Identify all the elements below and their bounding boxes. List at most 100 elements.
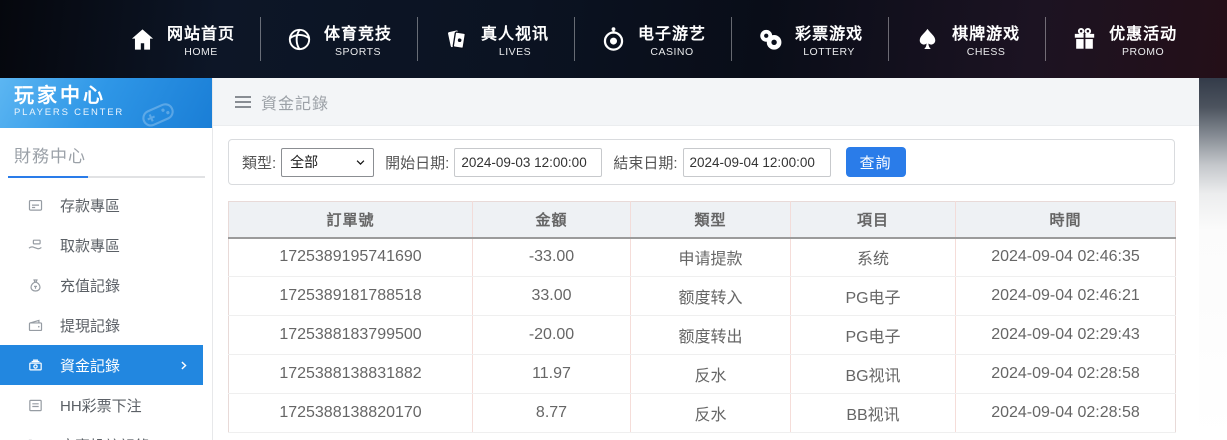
sidebar-item-label: 取款專區 bbox=[60, 237, 121, 255]
nav-item-home[interactable]: 网站首页 HOME bbox=[104, 17, 260, 61]
finance-center-heading: 財務中心 bbox=[14, 147, 86, 166]
table-cell: 额度转入 bbox=[630, 276, 791, 316]
column-header: 項目 bbox=[790, 201, 956, 239]
deposit-icon bbox=[28, 199, 43, 211]
sidebar-item-5[interactable]: 資金記錄 bbox=[0, 345, 203, 385]
withdrawal-record-icon bbox=[28, 319, 43, 331]
nav-item-lottery[interactable]: 彩票游戏 LOTTERY bbox=[731, 17, 888, 61]
sidebar-menu: 存款專區取款專區充值記錄提現記錄資金記錄 HH彩票下注麻寶投註記錄 bbox=[0, 185, 212, 440]
sidebar-item-label: 資金記錄 bbox=[60, 357, 121, 375]
table-cell: 1725389181788518 bbox=[228, 276, 473, 316]
chevron-down-icon-slot bbox=[355, 157, 366, 168]
table-cell: 2024-09-04 02:46:21 bbox=[955, 276, 1176, 316]
promo-icon bbox=[1074, 27, 1095, 49]
table-row: 1725389195741690 -33.00 申请提款 系统 2024-09-04 0… bbox=[228, 237, 1176, 277]
column-header: 訂單號 bbox=[228, 201, 473, 239]
bet-records-icon bbox=[28, 439, 32, 440]
table-cell: 8.77 bbox=[472, 393, 631, 433]
table-cell: 反水 bbox=[630, 393, 791, 433]
nav-label-en: PROMO bbox=[1122, 46, 1165, 58]
sports-icon bbox=[288, 28, 311, 50]
sidebar-item-4[interactable]: 提現記錄 bbox=[0, 305, 212, 345]
start-date-input[interactable] bbox=[454, 147, 603, 177]
top-nav-bar: 网站首页 HOME 体育竞技 SPORTS 真人视讯 LIVES 电子游艺 CASINO 彩票游… bbox=[0, 0, 1227, 78]
nav-label-en: SPORTS bbox=[335, 46, 382, 58]
table-cell: 11.97 bbox=[472, 354, 631, 394]
main-content: 資金記錄 類型: 全部 開始日期: 結束日期: 查詢 訂單號金額類型項目時間 1… bbox=[213, 78, 1199, 440]
table-cell: 2024-09-04 02:29:43 bbox=[955, 315, 1176, 355]
table-header-row: 訂單號 金額 類型 項目 時間 bbox=[228, 201, 1176, 239]
column-header: 時間 bbox=[955, 201, 1176, 239]
table-row: 1725388138831882 11.97 反水 BG视讯 2024-09-04 02… bbox=[228, 354, 1176, 394]
sidebar: 玩家中心 PLAYERS CENTER 財務中心 存款專區取款專區充值記錄提現記… bbox=[0, 78, 213, 440]
nav-label-zh: 优惠活动 bbox=[1109, 26, 1178, 43]
sidebar-item-label: 麻寶投註記錄 bbox=[60, 435, 150, 440]
table-cell: 33.00 bbox=[472, 276, 631, 316]
sidebar-item-3[interactable]: 充值記錄 bbox=[0, 265, 212, 305]
table-cell: -33.00 bbox=[472, 237, 631, 277]
funds-table: 訂單號 金額 類型 項目 時間 1725389195741690 -33.00 申请提款 系统… bbox=[228, 201, 1176, 433]
sidebar-item-label: 存款專區 bbox=[60, 197, 121, 215]
top-nav: 网站首页 HOME 体育竞技 SPORTS 真人视讯 LIVES 电子游艺 CASINO 彩票游… bbox=[104, 0, 1202, 78]
type-select[interactable]: 全部 bbox=[281, 147, 375, 177]
table-body: 1725389195741690 -33.00 申请提款 系统 2024-09-04 0… bbox=[228, 237, 1176, 433]
table-cell: 申请提款 bbox=[630, 237, 791, 277]
filter-bar: 類型: 全部 開始日期: 結束日期: 查詢 bbox=[228, 139, 1175, 185]
table-cell: PG电子 bbox=[790, 276, 956, 316]
chevron-down-icon bbox=[356, 159, 365, 165]
table-cell: 1725389195741690 bbox=[228, 237, 473, 277]
page-background bbox=[1199, 78, 1227, 440]
table-cell: -20.00 bbox=[472, 315, 631, 355]
end-date-input[interactable] bbox=[682, 147, 831, 177]
nav-label-en: CASINO bbox=[650, 46, 694, 58]
type-select-value: 全部 bbox=[290, 154, 319, 170]
menu-toggle-icon[interactable] bbox=[235, 95, 251, 108]
nav-label-zh: 彩票游戏 bbox=[795, 26, 864, 43]
table-cell: BB视讯 bbox=[790, 393, 956, 433]
column-header: 類型 bbox=[630, 201, 791, 239]
nav-item-promo[interactable]: 优惠活动 PROMO bbox=[1045, 17, 1202, 61]
table-cell: 1725388138831882 bbox=[228, 354, 473, 394]
casino-icon bbox=[603, 26, 624, 51]
sidebar-item-label: HH彩票下注 bbox=[60, 397, 142, 415]
column-header: 金額 bbox=[472, 201, 631, 239]
withdraw-icon bbox=[28, 239, 42, 249]
page-title: 資金記錄 bbox=[261, 95, 330, 113]
nav-item-chess[interactable]: 棋牌游戏 CHESS bbox=[888, 17, 1045, 61]
table-row: 1725388183799500 -20.00 额度转出 PG电子 2024-09-04… bbox=[228, 315, 1176, 355]
search-button[interactable]: 查詢 bbox=[845, 147, 906, 177]
sidebar-item-2[interactable]: 取款專區 bbox=[0, 225, 212, 265]
sidebar-header: 玩家中心 PLAYERS CENTER bbox=[0, 78, 212, 128]
nav-item-lives[interactable]: 真人视讯 LIVES bbox=[417, 17, 574, 61]
nav-item-casino[interactable]: 电子游艺 CASINO bbox=[574, 17, 731, 61]
sidebar-item-6[interactable]: HH彩票下注 bbox=[0, 385, 212, 425]
table-cell: 2024-09-04 02:46:35 bbox=[955, 237, 1176, 277]
nav-label-en: LIVES bbox=[498, 46, 532, 58]
table-cell: 额度转出 bbox=[630, 315, 791, 355]
nav-item-sports[interactable]: 体育竞技 SPORTS bbox=[260, 17, 417, 61]
table-cell: 1725388183799500 bbox=[228, 315, 473, 355]
start-date-label: 開始日期: bbox=[385, 154, 450, 172]
table-cell: PG电子 bbox=[790, 315, 956, 355]
sidebar-item-label: 提現記錄 bbox=[60, 317, 121, 335]
nav-label-en: HOME bbox=[184, 46, 218, 58]
nav-label-zh: 电子游艺 bbox=[638, 26, 707, 43]
table-cell: 2024-09-04 02:28:58 bbox=[955, 393, 1176, 433]
funds-record-icon bbox=[29, 359, 42, 370]
nav-label-en: CHESS bbox=[966, 46, 1006, 58]
sidebar-item-7[interactable]: 麻寶投註記錄 bbox=[0, 425, 212, 440]
table-cell: 1725388138820170 bbox=[228, 393, 473, 433]
nav-label-zh: 真人视讯 bbox=[481, 26, 550, 43]
lottery-bets-icon bbox=[29, 399, 42, 411]
table-cell: 2024-09-04 02:28:58 bbox=[955, 354, 1176, 394]
type-label: 類型: bbox=[242, 154, 277, 172]
table-cell: BG视讯 bbox=[790, 354, 956, 394]
lottery-icon bbox=[760, 29, 782, 50]
recharge-record-icon bbox=[30, 278, 41, 292]
table-row: 1725389181788518 33.00 额度转入 PG电子 2024-09-04 … bbox=[228, 276, 1176, 316]
lives-icon bbox=[448, 30, 467, 49]
nav-label-zh: 体育竞技 bbox=[324, 26, 393, 43]
chevron-right-icon bbox=[181, 361, 187, 369]
end-date-label: 結束日期: bbox=[613, 154, 678, 172]
sidebar-item-1[interactable]: 存款專區 bbox=[0, 185, 212, 225]
